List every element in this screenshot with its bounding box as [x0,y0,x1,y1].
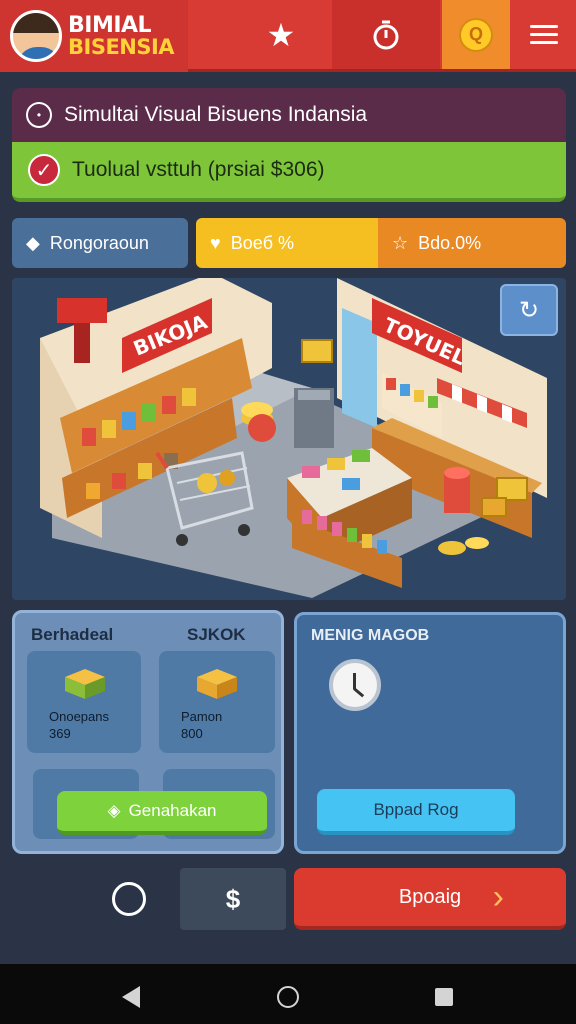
brand-line2: BISENSIA [68,34,175,59]
card-label: Onoepans [49,709,109,724]
camera-rotate-button[interactable]: ↻ [500,284,558,336]
circle-button[interactable] [112,882,146,916]
brand-logo: BIMIAL BISENSIA [68,12,175,59]
heart-icon: ♥ [210,232,221,253]
menu-button[interactable] [512,0,576,69]
recents-icon[interactable] [435,988,453,1006]
primary-action-label: Bpoaig [398,885,462,908]
star-icon: ★ [266,16,296,53]
top-bar: BIMIAL BISENSIA ★ Q [0,0,576,72]
box-icon [197,669,237,699]
star-icon: ☆ [392,232,409,253]
brand-line1: BIMIAL [68,12,152,38]
tag-icon: ◆ [26,232,40,253]
card-value: 369 [49,725,71,741]
brand-block[interactable]: BIMIAL BISENSIA [0,0,188,72]
coin-icon: Q [459,17,493,52]
primary-action-button[interactable]: Bpoaig › [294,868,566,930]
menu-icon [530,20,558,49]
tag-icon: ◈ [107,801,121,820]
title-banner: • Simultai Visual Bisuens Indansia [12,88,566,142]
stock-panel: Berhadeal SJKOK Onoepans 369 Pamon 800 ◈ G… [12,610,284,854]
home-icon[interactable] [277,986,299,1008]
back-icon[interactable] [122,986,140,1008]
stat-bdo[interactable]: ☆ Bdo.0% [378,218,566,268]
status-banner: ✓ Tuolual vsttuh (prsiai $306) [12,142,566,202]
store-scene[interactable]: BIKOJA TOYUEL [12,278,566,600]
dollar-icon: $ [225,883,241,914]
check-icon: ✓ [28,154,60,186]
timer-icon [373,20,399,49]
generate-button-label: Genahakan [128,801,217,820]
generate-button[interactable]: ◈ Genahakan [57,791,267,835]
clock-icon [329,659,381,711]
stat-boeb[interactable]: ♥ Boeб % [196,218,378,268]
stock-card-2[interactable]: Pamon 800 [159,651,275,753]
chevron-right-icon: › [492,878,504,916]
card-value: 800 [181,725,203,741]
manage-panel: MENIG MAGOB Bppad Rog [294,612,566,854]
page-title: Simultai Visual Bisuens Indansia [64,103,368,126]
stat-label: Boeб % [230,232,295,253]
tab-berhadeal[interactable]: Berhadeal [31,625,113,645]
stat-rongoraoun[interactable]: ◆ Rongoraoun [12,218,188,268]
tab-sjkok[interactable]: SJKOK [187,625,246,645]
star-button[interactable]: ★ [232,0,330,69]
stat-label: Bdo.0% [418,232,482,253]
store-illustration: BIKOJA TOYUEL [40,278,547,598]
card-label: Pamon [181,709,223,724]
stock-card-1[interactable]: Onoepans 369 [27,651,141,753]
info-icon: • [26,102,52,128]
rotate-icon: ↻ [518,296,540,324]
money-button[interactable]: $ [180,868,286,930]
stat-label: Rongoraoun [49,232,149,253]
manage-action-button[interactable]: Bppad Rog [317,789,515,835]
coin-button[interactable]: Q [442,0,510,69]
box-icon [65,669,105,699]
timer-button[interactable] [332,0,440,69]
manage-panel-title: MENIG MAGOB [311,627,430,644]
status-text: Tuolual vsttuh (prsiai $306) [72,158,325,181]
avatar[interactable] [10,10,62,62]
